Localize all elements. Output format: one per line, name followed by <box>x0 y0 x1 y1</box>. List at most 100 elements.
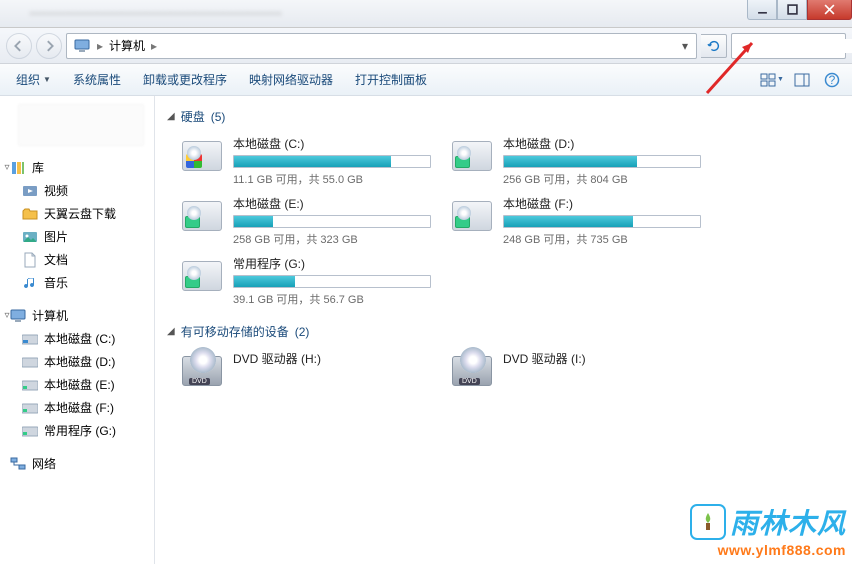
back-button[interactable] <box>6 33 32 59</box>
video-icon <box>22 183 38 199</box>
drive-capacity-text: 39.1 GB 可用，共 56.7 GB <box>233 291 431 307</box>
collapse-icon: ◢ <box>167 111 175 122</box>
help-button[interactable]: ? <box>820 68 844 92</box>
sidebar-item-label: 库 <box>32 159 44 176</box>
drive-grid: 本地磁盘 (C:) 11.1 GB 可用，共 55.0 GB 本地磁盘 (D:)… <box>181 135 840 307</box>
sidebar-item-drive-e[interactable]: 本地磁盘 (E:) <box>0 373 154 396</box>
dvd-drive-item[interactable]: DVD 驱动器 (H:) <box>181 350 431 392</box>
expand-icon[interactable]: ▿ <box>2 162 12 173</box>
sidebar-item-label: 视频 <box>44 182 68 199</box>
sidebar-item-drive-f[interactable]: 本地磁盘 (F:) <box>0 396 154 419</box>
chevron-down-icon: ▼ <box>43 75 51 84</box>
collapse-icon: ◢ <box>167 326 175 337</box>
drive-name: 本地磁盘 (D:) <box>503 135 701 152</box>
drive-item[interactable]: 本地磁盘 (D:) 256 GB 可用，共 804 GB <box>451 135 701 187</box>
drive-capacity-text: 258 GB 可用，共 323 GB <box>233 231 431 247</box>
sidebar-item-label: 网络 <box>32 455 56 472</box>
drive-name: DVD 驱动器 (I:) <box>503 350 701 367</box>
sidebar-item-drive-g[interactable]: 常用程序 (G:) <box>0 419 154 442</box>
group-header-hdd[interactable]: ◢ 硬盘 (5) <box>167 108 840 125</box>
organize-button[interactable]: 组织▼ <box>8 67 59 92</box>
sidebar-item-label: 文档 <box>44 251 68 268</box>
breadcrumb-sep-icon: ▸ <box>95 39 105 53</box>
sidebar-item-label: 本地磁盘 (C:) <box>44 330 115 347</box>
sidebar-item-cloud-download[interactable]: 天翼云盘下载 <box>0 202 154 225</box>
main-area: ▿ 库 视频 天翼云盘下载 图片 文档 音乐 ▿ 计算机 本地磁盘 (C:) 本… <box>0 96 852 564</box>
watermark-logo-icon <box>690 504 726 540</box>
sidebar-item-label: 计算机 <box>32 307 68 324</box>
drive-name: 本地磁盘 (C:) <box>233 135 431 152</box>
maximize-button[interactable] <box>777 0 807 20</box>
capacity-bar <box>503 215 701 228</box>
title-text: ••••••••••••••••••••••••••••••••••••••••… <box>0 8 747 20</box>
minimize-button[interactable] <box>747 0 777 20</box>
sidebar-blurred-item <box>18 104 144 146</box>
folder-icon <box>22 206 38 222</box>
preview-pane-button[interactable] <box>790 68 814 92</box>
hard-drive-icon <box>181 135 223 177</box>
drive-item[interactable]: 本地磁盘 (F:) 248 GB 可用，共 735 GB <box>451 195 701 247</box>
breadcrumb-sep-icon: ▸ <box>149 39 159 53</box>
map-network-drive-button[interactable]: 映射网络驱动器 <box>241 67 341 92</box>
search-input[interactable] <box>736 39 852 53</box>
window-titlebar: ••••••••••••••••••••••••••••••••••••••••… <box>0 0 852 28</box>
uninstall-programs-button[interactable]: 卸载或更改程序 <box>135 67 235 92</box>
sidebar-item-drive-c[interactable]: 本地磁盘 (C:) <box>0 327 154 350</box>
drive-item[interactable]: 本地磁盘 (C:) 11.1 GB 可用，共 55.0 GB <box>181 135 431 187</box>
hard-drive-icon <box>181 195 223 237</box>
computer-icon <box>10 308 26 324</box>
close-button[interactable] <box>807 0 852 20</box>
dvd-drive-item[interactable]: DVD 驱动器 (I:) <box>451 350 701 392</box>
capacity-bar <box>503 155 701 168</box>
group-count: (5) <box>211 110 226 124</box>
drive-name: DVD 驱动器 (H:) <box>233 350 431 367</box>
drive-icon <box>22 400 38 416</box>
system-properties-button[interactable]: 系统属性 <box>65 67 129 92</box>
group-title: 有可移动存储的设备 <box>181 323 289 340</box>
dvd-drive-icon <box>181 350 223 392</box>
search-box[interactable] <box>731 33 846 59</box>
music-icon <box>22 275 38 291</box>
sidebar-computer[interactable]: ▿ 计算机 <box>0 304 154 327</box>
sidebar-item-label: 音乐 <box>44 274 68 291</box>
drive-name: 常用程序 (G:) <box>233 255 431 272</box>
sidebar-network[interactable]: 网络 <box>0 452 154 475</box>
dvd-drive-icon <box>451 350 493 392</box>
drive-icon <box>22 377 38 393</box>
removable-grid: DVD 驱动器 (H:) DVD 驱动器 (I:) <box>181 350 840 392</box>
capacity-bar <box>233 215 431 228</box>
drive-capacity-text: 11.1 GB 可用，共 55.0 GB <box>233 171 431 187</box>
content-pane: ◢ 硬盘 (5) 本地磁盘 (C:) 11.1 GB 可用，共 55.0 GB … <box>155 96 852 564</box>
open-control-panel-button[interactable]: 打开控制面板 <box>347 67 435 92</box>
sidebar-item-drive-d[interactable]: 本地磁盘 (D:) <box>0 350 154 373</box>
drive-item[interactable]: 本地磁盘 (E:) 258 GB 可用，共 323 GB <box>181 195 431 247</box>
drive-item[interactable]: 常用程序 (G:) 39.1 GB 可用，共 56.7 GB <box>181 255 431 307</box>
group-header-removable[interactable]: ◢ 有可移动存储的设备 (2) <box>167 323 840 340</box>
sidebar-item-label: 天翼云盘下载 <box>44 205 116 222</box>
svg-text:?: ? <box>829 73 836 87</box>
sidebar-item-videos[interactable]: 视频 <box>0 179 154 202</box>
breadcrumb-root[interactable]: 计算机 <box>105 37 149 54</box>
drive-capacity-text: 248 GB 可用，共 735 GB <box>503 231 701 247</box>
sidebar-libraries[interactable]: ▿ 库 <box>0 156 154 179</box>
capacity-bar <box>233 155 431 168</box>
hard-drive-icon <box>451 135 493 177</box>
expand-icon[interactable]: ▿ <box>2 310 12 321</box>
address-bar[interactable]: ▸ 计算机 ▸ ▾ <box>66 33 697 59</box>
sidebar-item-documents[interactable]: 文档 <box>0 248 154 271</box>
sidebar-item-label: 本地磁盘 (D:) <box>44 353 115 370</box>
history-dropdown[interactable]: ▾ <box>676 39 694 53</box>
drive-icon <box>22 354 38 370</box>
sidebar-item-label: 常用程序 (G:) <box>44 422 116 439</box>
sidebar-item-label: 本地磁盘 (F:) <box>44 399 114 416</box>
sidebar-item-pictures[interactable]: 图片 <box>0 225 154 248</box>
picture-icon <box>22 229 38 245</box>
drive-icon <box>22 331 38 347</box>
refresh-button[interactable] <box>701 34 727 58</box>
group-title: 硬盘 <box>181 108 205 125</box>
capacity-bar <box>233 275 431 288</box>
computer-icon <box>73 37 91 55</box>
view-options-button[interactable]: ▼ <box>760 68 784 92</box>
forward-button[interactable] <box>36 33 62 59</box>
sidebar-item-music[interactable]: 音乐 <box>0 271 154 294</box>
